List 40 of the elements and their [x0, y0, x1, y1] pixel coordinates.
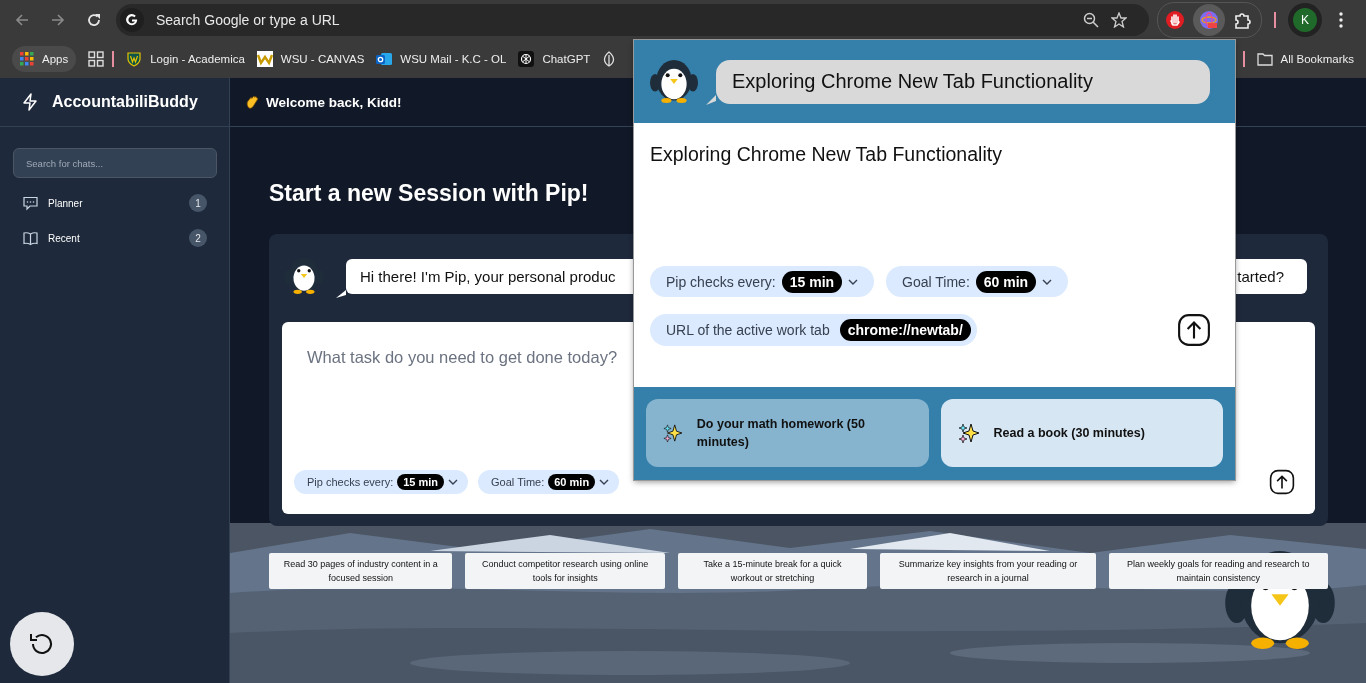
bookmark-link[interactable]: ChatGPT	[518, 51, 591, 67]
suggestion-chip[interactable]: Summarize key insights from your reading or research in a journal	[880, 553, 1096, 589]
value-badge: 60 min	[975, 270, 1037, 293]
sidebar-item[interactable]: Recent 2	[23, 228, 207, 248]
count-badge: 2	[189, 229, 207, 247]
interval-dropdown[interactable]: Goal Time: 60 min	[478, 470, 620, 494]
suggestion-chip[interactable]: Conduct competitor research using online tools for insights	[465, 553, 665, 589]
welcome-text: Welcome back, Kidd!	[266, 94, 402, 110]
value-badge: 15 min	[781, 270, 843, 293]
interval-dropdown[interactable]: Pip checks every: 15 min	[650, 266, 875, 297]
suggestion-chip[interactable]: Plan weekly goals for reading and research to maintain consistency	[1108, 553, 1328, 589]
apps-bookmark[interactable]: Apps	[12, 46, 77, 72]
suggestion-card[interactable]: Read a book (30 minutes)	[940, 399, 1223, 467]
value-badge: 15 min	[397, 474, 445, 490]
all-bookmarks-link[interactable]: All Bookmarks	[1256, 52, 1354, 66]
task-title: Exploring Chrome New Tab Functionality	[650, 143, 1003, 166]
address-bar[interactable]: Search Google or type a URL	[116, 4, 1149, 36]
value-badge: 60 min	[548, 474, 596, 490]
bubble-text: Exploring Chrome New Tab Functionality	[732, 70, 1093, 93]
interval-dropdown[interactable]: Goal Time: 60 min	[886, 266, 1069, 297]
bubble-text: Hi there! I'm Pip, your personal produc	[360, 267, 616, 285]
suggestion-card[interactable]: Do your math homework (50 minutes)	[646, 399, 929, 467]
bubble-text: tarted?	[1237, 267, 1284, 285]
bookmark-link[interactable]: WSU Mail - K.C - OL	[376, 51, 507, 67]
sidebar-item[interactable]: Planner 1	[23, 193, 207, 213]
app-name: AccountabiliBuddy	[52, 93, 198, 111]
profile-button[interactable]: K	[1288, 3, 1322, 37]
suggestion-text: Do your math homework (50 minutes)	[696, 416, 866, 451]
suggestion-text: Read a book (30 minutes)	[993, 425, 1145, 442]
bookmark-link[interactable]: WSU - CANVAS	[256, 51, 365, 67]
search-field[interactable]: Search for chats...	[13, 148, 217, 178]
session-title: Start a new Session with Pip!	[269, 180, 590, 208]
url-field: URL of the active work tab chrome://newtab/	[650, 314, 977, 346]
suggestion-chip[interactable]: Read 30 pages of industry content in a focused session	[269, 553, 453, 589]
url-badge: chrome://newtab/	[839, 319, 971, 341]
bookmark-link[interactable]: Login - Academica	[126, 51, 245, 67]
address-placeholder: Search Google or type a URL	[156, 12, 341, 28]
count-badge: 1	[189, 194, 207, 212]
suggestion-chip[interactable]: Take a 15-minute break for a quick workout or stretching	[677, 553, 868, 589]
interval-dropdown[interactable]: Pip checks every: 15 min	[294, 470, 469, 494]
